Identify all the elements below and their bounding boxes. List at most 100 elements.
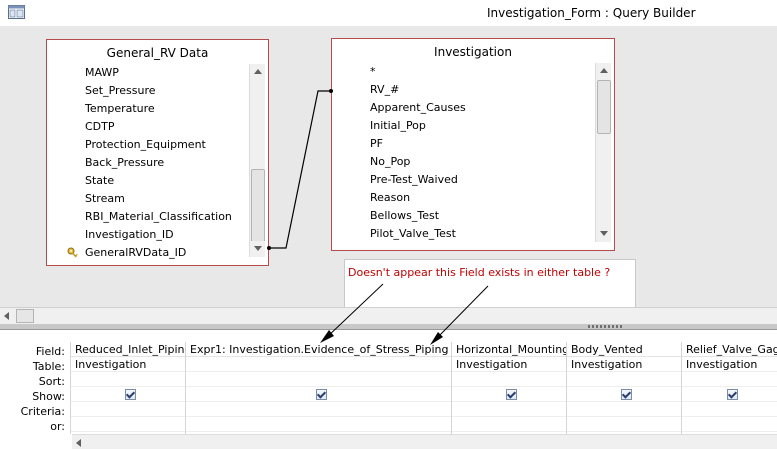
criteria-cell[interactable] bbox=[567, 402, 682, 417]
field-cell[interactable]: Reduced_Inlet_Piping bbox=[71, 342, 186, 357]
field-item-label: Investigation_ID bbox=[85, 228, 174, 241]
field-item-label: MAWP bbox=[85, 66, 119, 79]
table-title[interactable]: General_RV Data bbox=[47, 46, 268, 60]
field-item[interactable]: Set_Pressure bbox=[47, 82, 250, 100]
field-item[interactable]: Bellows_Test bbox=[332, 207, 596, 225]
grid-column[interactable]: Relief_Valve_Gagg Investigation bbox=[681, 342, 777, 434]
field-item-primary-key[interactable]: GeneralRVData_ID bbox=[47, 244, 250, 262]
diagram-horizontal-scrollbar[interactable] bbox=[0, 307, 777, 324]
or-cell[interactable] bbox=[567, 417, 682, 432]
sort-cell[interactable] bbox=[452, 372, 567, 387]
splitter-grip-icon[interactable] bbox=[588, 325, 624, 328]
scroll-left-button[interactable] bbox=[72, 435, 86, 449]
field-cell[interactable]: Expr1: Investigation.Evidence_of_Stress_… bbox=[186, 342, 452, 357]
scroll-down-button[interactable] bbox=[250, 241, 265, 257]
arrow-left-icon bbox=[4, 312, 9, 320]
criteria-cell[interactable] bbox=[186, 402, 452, 417]
field-item-label: RBI_Material_Classification bbox=[85, 210, 232, 223]
sort-cell[interactable] bbox=[71, 372, 186, 387]
grid-column[interactable]: Horizontal_Mounting Investigation bbox=[451, 342, 567, 434]
primary-key-icon bbox=[67, 247, 78, 258]
row-label-show: Show: bbox=[32, 390, 65, 403]
field-list-scrollbar[interactable] bbox=[595, 63, 611, 242]
scroll-left-button[interactable] bbox=[0, 308, 15, 323]
field-item-label: PF bbox=[370, 137, 383, 150]
table-cell[interactable] bbox=[186, 357, 452, 372]
grid-column[interactable]: Body_Vented Investigation bbox=[566, 342, 682, 434]
or-cell[interactable] bbox=[186, 417, 452, 432]
field-item-all[interactable]: * bbox=[332, 63, 596, 81]
show-cell bbox=[682, 387, 777, 402]
field-item-label: Bellows_Test bbox=[370, 209, 440, 222]
title-bar: Investigation_Form : Query Builder bbox=[0, 0, 777, 26]
show-cell bbox=[567, 387, 682, 402]
criteria-cell[interactable] bbox=[452, 402, 567, 417]
field-item[interactable]: RV_# bbox=[332, 81, 596, 99]
arrow-down-icon bbox=[254, 246, 262, 251]
field-item[interactable]: Initial_Pop bbox=[332, 117, 596, 135]
grid-column[interactable]: Expr1: Investigation.Evidence_of_Stress_… bbox=[185, 342, 452, 434]
field-cell[interactable]: Horizontal_Mounting bbox=[452, 342, 567, 357]
table-cell[interactable]: Investigation bbox=[682, 357, 777, 372]
or-cell[interactable] bbox=[71, 417, 186, 432]
field-list-scrollbar[interactable] bbox=[249, 64, 265, 257]
field-item[interactable]: Reason bbox=[332, 189, 596, 207]
show-checkbox[interactable] bbox=[506, 389, 517, 400]
field-item[interactable]: State bbox=[47, 172, 250, 190]
field-item[interactable]: CDTP bbox=[47, 118, 250, 136]
field-item-label: Reason bbox=[370, 191, 411, 204]
field-cell[interactable]: Body_Vented bbox=[567, 342, 682, 357]
field-item[interactable]: RBI_Material_Classification bbox=[47, 208, 250, 226]
row-label-table: Table: bbox=[32, 360, 65, 373]
show-checkbox[interactable] bbox=[125, 389, 136, 400]
field-item[interactable]: No_Pop bbox=[332, 153, 596, 171]
field-item[interactable]: Back_Pressure bbox=[47, 154, 250, 172]
or-cell[interactable] bbox=[682, 417, 777, 432]
scroll-thumb[interactable] bbox=[597, 80, 611, 134]
grid-horizontal-scrollbar[interactable] bbox=[72, 434, 777, 449]
table-window-general-rv-data[interactable]: General_RV Data MAWP Set_Pressure Temper… bbox=[46, 39, 269, 266]
field-item-label: Stream bbox=[85, 192, 125, 205]
field-item[interactable]: Apparent_Causes bbox=[332, 99, 596, 117]
table-cell[interactable]: Investigation bbox=[567, 357, 682, 372]
sort-cell[interactable] bbox=[682, 372, 777, 387]
field-item-label: Pre-Test_Waived bbox=[370, 173, 458, 186]
row-label-sort: Sort: bbox=[38, 375, 65, 388]
show-cell bbox=[186, 387, 452, 402]
scroll-thumb[interactable] bbox=[251, 169, 265, 243]
table-title[interactable]: Investigation bbox=[332, 45, 614, 59]
field-item-label: * bbox=[370, 65, 376, 78]
field-item[interactable]: PF bbox=[332, 135, 596, 153]
field-list: MAWP Set_Pressure Temperature CDTP Prote… bbox=[47, 64, 250, 259]
field-item[interactable]: Investigation_ID bbox=[47, 226, 250, 244]
criteria-cell[interactable] bbox=[682, 402, 777, 417]
field-item[interactable]: Pilot_Valve_Test bbox=[332, 225, 596, 243]
field-item-label: Initial_Pop bbox=[370, 119, 426, 132]
show-checkbox[interactable] bbox=[315, 389, 327, 400]
table-window-investigation[interactable]: Investigation * RV_# Apparent_Causes Ini… bbox=[331, 38, 615, 251]
grid-column[interactable]: Reduced_Inlet_Piping Investigation bbox=[70, 342, 186, 434]
show-checkbox[interactable] bbox=[726, 389, 738, 400]
show-cell bbox=[71, 387, 186, 402]
sort-cell[interactable] bbox=[186, 372, 452, 387]
annotation-text: Doesn't appear this Field exists in eith… bbox=[348, 266, 611, 279]
sort-cell[interactable] bbox=[567, 372, 682, 387]
table-cell[interactable]: Investigation bbox=[452, 357, 567, 372]
field-item[interactable]: Stream bbox=[47, 190, 250, 208]
or-cell[interactable] bbox=[452, 417, 567, 432]
field-cell[interactable]: Relief_Valve_Gagg bbox=[682, 342, 777, 357]
field-item[interactable]: Protection_Equipment bbox=[47, 136, 250, 154]
scroll-up-button[interactable] bbox=[250, 64, 265, 80]
field-list: * RV_# Apparent_Causes Initial_Pop PF No… bbox=[332, 63, 596, 242]
field-item[interactable]: Pre-Test_Waived bbox=[332, 171, 596, 189]
table-cell[interactable]: Investigation bbox=[71, 357, 186, 372]
design-grid[interactable]: Field: Table: Sort: Show: Criteria: or: … bbox=[0, 330, 777, 450]
criteria-cell[interactable] bbox=[71, 402, 186, 417]
field-item[interactable]: MAWP bbox=[47, 64, 250, 82]
show-checkbox[interactable] bbox=[621, 389, 632, 400]
scroll-thumb[interactable] bbox=[16, 309, 34, 323]
field-item[interactable]: Temperature bbox=[47, 100, 250, 118]
scroll-down-button[interactable] bbox=[596, 226, 611, 242]
scroll-up-button[interactable] bbox=[596, 63, 611, 79]
field-item-label: GeneralRVData_ID bbox=[85, 246, 187, 259]
